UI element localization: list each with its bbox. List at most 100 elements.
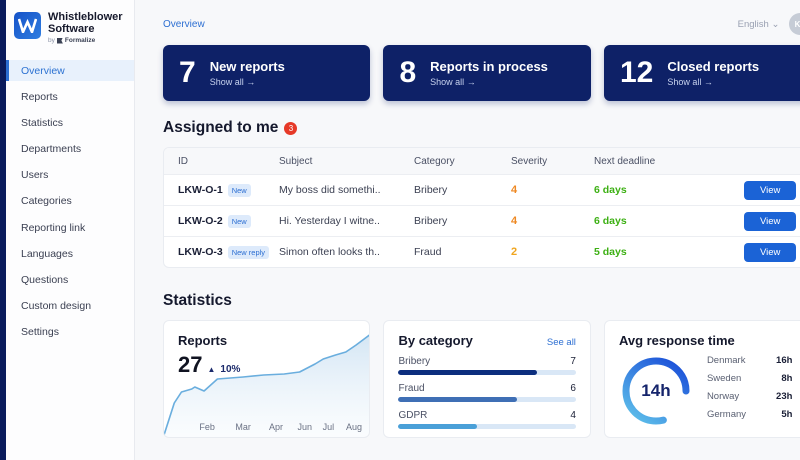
sidebar-item-departments[interactable]: Departments (6, 139, 134, 160)
arrow-right-icon: → (246, 77, 255, 87)
report-severity: 4 (511, 215, 594, 227)
category-label: Bribery (398, 356, 430, 367)
x-axis-label: Apr (269, 422, 283, 432)
assigned-table: ID Subject Category Severity Next deadli… (163, 147, 800, 268)
new-reports-card[interactable]: 7 New reports Show all → (163, 45, 370, 101)
closed-reports-title: Closed reports (667, 59, 759, 74)
x-axis-label: Aug (346, 422, 362, 432)
report-severity: 2 (511, 246, 594, 258)
sidebar-item-categories[interactable]: Categories (6, 191, 134, 212)
report-deadline: 6 days (594, 184, 744, 196)
country-label: Germany (707, 409, 746, 420)
sidebar-item-custom-design[interactable]: Custom design (6, 296, 134, 317)
sidebar-item-languages[interactable]: Languages (6, 243, 134, 264)
closed-reports-show-all-link[interactable]: Show all → (667, 77, 759, 87)
report-subject: Simon often looks th.. (279, 246, 414, 258)
category-bar-fill (398, 424, 477, 429)
category-bar-track (398, 397, 575, 402)
table-row: LKW-O-2 New Hi. Yesterday I witne.. Brib… (164, 205, 800, 236)
app-logo: Whistleblower Software by Formalize (6, 0, 134, 54)
report-deadline: 5 days (594, 246, 744, 258)
avg-response-value: 14h (619, 354, 693, 428)
by-category-title: By category (398, 333, 472, 348)
x-axis-label: Jun (297, 422, 312, 432)
report-id: LKW-O-2 (178, 215, 223, 227)
column-header-category: Category (414, 156, 511, 167)
country-label: Norway (707, 391, 739, 402)
reports-in-process-count: 8 (399, 58, 416, 88)
avg-response-time-card: Avg response time 14h (604, 320, 800, 438)
sidebar-item-reports[interactable]: Reports (6, 86, 134, 107)
see-all-link[interactable]: See all (547, 337, 576, 348)
reports-in-process-show-all-link[interactable]: Show all → (430, 77, 548, 87)
language-selector[interactable]: English ⌄ (738, 19, 780, 30)
category-bar-row: GDPR 4 (398, 410, 575, 429)
view-button[interactable]: View (744, 243, 796, 262)
status-badge: New (228, 184, 251, 197)
statistics-title: Statistics (163, 292, 800, 310)
sidebar-item-reporting-link[interactable]: Reporting link (6, 217, 134, 238)
sidebar-item-overview[interactable]: Overview (6, 60, 134, 81)
main-content: Overview English ⌄ KA 7 New reports Show… (135, 0, 800, 460)
arrow-right-icon: → (704, 77, 713, 87)
arrow-right-icon: → (467, 77, 476, 87)
category-value: 4 (570, 410, 576, 421)
report-deadline: 6 days (594, 215, 744, 227)
report-subject: Hi. Yesterday I witne.. (279, 215, 414, 227)
avg-response-title: Avg response time (619, 333, 796, 348)
sidebar-item-settings[interactable]: Settings (6, 322, 134, 343)
response-legend: Denmark 16h Sweden 8h Norway 23h Germa (707, 355, 796, 427)
category-bar-fill (398, 370, 536, 375)
topbar: Overview English ⌄ KA (163, 12, 800, 36)
reports-in-process-title: Reports in process (430, 59, 548, 74)
sidebar-item-users[interactable]: Users (6, 165, 134, 186)
report-id: LKW-O-1 (178, 184, 223, 196)
report-severity: 4 (511, 184, 594, 196)
report-category: Fraud (414, 246, 511, 258)
country-label: Denmark (707, 355, 746, 366)
reports-trend-card: Reports 27 ▲ 10% (163, 320, 370, 438)
new-reports-show-all-link[interactable]: Show all → (210, 77, 285, 87)
formalize-flag-icon (57, 38, 63, 44)
x-axis-label: Mar (235, 422, 251, 432)
language-label: English (738, 19, 769, 30)
response-donut: 14h (619, 354, 693, 428)
sidebar-item-questions[interactable]: Questions (6, 270, 134, 291)
reports-delta: 10% (220, 364, 240, 375)
column-header-next-deadline: Next deadline (594, 156, 744, 167)
new-reports-title: New reports (210, 59, 285, 74)
column-header-id: ID (178, 156, 279, 167)
by-category-card: By category See all Bribery 7 Fraud 6 (383, 320, 590, 438)
view-button[interactable]: View (744, 212, 796, 231)
avatar[interactable]: KA (789, 13, 800, 35)
category-bar-fill (398, 397, 516, 402)
reports-total-value: 27 (178, 352, 202, 378)
new-reports-count: 7 (179, 58, 196, 88)
country-value: 5h (781, 409, 792, 420)
category-bar-track (398, 370, 575, 375)
category-label: Fraud (398, 383, 424, 394)
reports-in-process-card[interactable]: 8 Reports in process Show all → (383, 45, 590, 101)
sidebar-item-statistics[interactable]: Statistics (6, 112, 134, 133)
view-button[interactable]: View (744, 181, 796, 200)
x-axis-label: Feb (199, 422, 215, 432)
category-bar-track (398, 424, 575, 429)
app-name: Whistleblower Software by Formalize (48, 12, 123, 44)
byline-text: by (48, 37, 55, 44)
category-label: GDPR (398, 410, 427, 421)
chevron-down-icon: ⌄ (771, 19, 779, 30)
brand-byline: by Formalize (48, 37, 123, 44)
app-name-line2: Software (48, 24, 123, 36)
closed-reports-card[interactable]: 12 Closed reports Show all → (604, 45, 800, 101)
brand-company: Formalize (65, 37, 95, 44)
category-value: 6 (570, 383, 576, 394)
report-category: Bribery (414, 215, 511, 227)
legend-row: Germany 5h (707, 409, 792, 420)
breadcrumb[interactable]: Overview (163, 19, 205, 30)
topbar-right: English ⌄ KA (738, 13, 800, 35)
closed-reports-count: 12 (620, 58, 653, 88)
x-axis-label: Jul (323, 422, 335, 432)
x-axis: Feb Mar Apr Jun Jul Aug (164, 422, 369, 432)
category-value: 7 (570, 356, 576, 367)
assigned-title: Assigned to me (163, 119, 278, 137)
